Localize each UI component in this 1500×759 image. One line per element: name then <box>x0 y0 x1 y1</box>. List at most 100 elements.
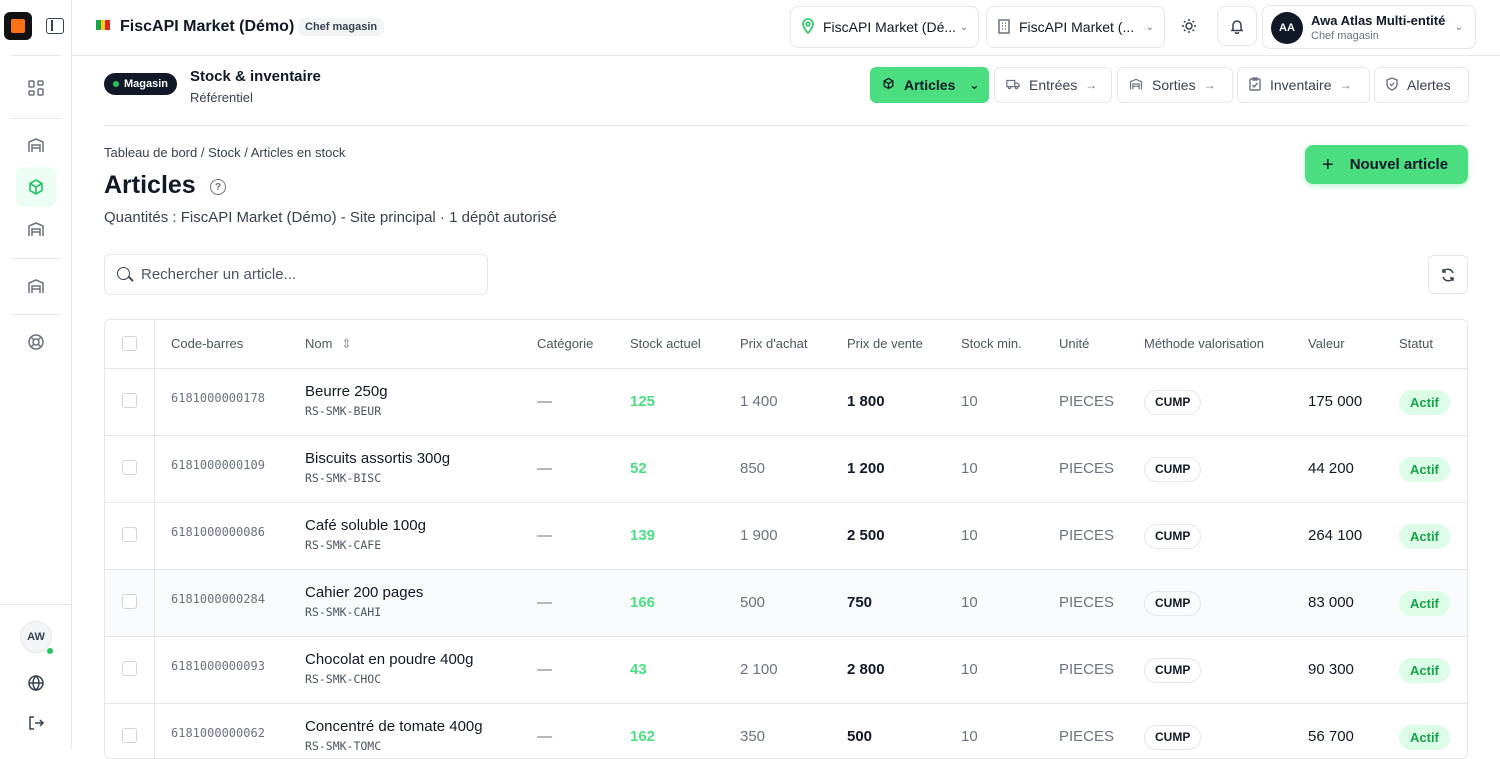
user-name: Awa Atlas Multi-entité <box>1311 13 1446 28</box>
column-header: Stock actuel <box>630 336 701 351</box>
cell-min: 10 <box>961 661 978 678</box>
articles-table: Code-barres Nom ⇕ Catégorie Stock actuel… <box>104 319 1468 759</box>
cell-method: CUMP <box>1144 725 1202 750</box>
avatar: AA <box>1271 12 1303 44</box>
cell-min: 10 <box>961 594 978 611</box>
column-header: Prix d'achat <box>740 336 808 351</box>
table-row[interactable]: 6181000000062 Concentré de tomate 400g RS-… <box>105 704 1467 758</box>
rail-divider <box>12 314 60 315</box>
online-status-dot <box>47 648 53 654</box>
cell-min: 10 <box>961 527 978 544</box>
cell-value: 264 100 <box>1308 527 1363 544</box>
search-icon <box>117 267 130 280</box>
table-row[interactable]: 6181000000109 Biscuits assortis 300g RS-SM… <box>105 436 1467 503</box>
cell-min: 10 <box>961 460 978 477</box>
table-row[interactable]: 6181000000086 Café soluble 100g RS-SMK-CAF… <box>105 503 1467 570</box>
cell-ref: RS-SMK-CAFE <box>305 538 382 552</box>
cell-unit: PIECES <box>1059 728 1115 745</box>
cell-stock: 125 <box>630 393 656 410</box>
cell-stock: 166 <box>630 594 656 611</box>
support-icon[interactable] <box>16 322 56 362</box>
warehouse-icon[interactable] <box>16 266 56 306</box>
new-article-button[interactable]: + Nouvel article <box>1305 145 1468 184</box>
warehouse-icon <box>1129 77 1143 94</box>
help-icon[interactable]: ? <box>210 179 226 195</box>
tab-label: Inventaire <box>1270 77 1332 93</box>
cell-sell: 2 800 <box>847 661 885 678</box>
table-row[interactable]: 6181000000284 Cahier 200 pages RS-SMK-CAHI… <box>105 570 1467 637</box>
cell-ref: RS-SMK-TOMC <box>305 739 382 753</box>
section-header: Magasin Stock & inventaire Référentiel A… <box>72 56 1500 114</box>
clipboard-icon <box>1249 76 1261 94</box>
cell-ref: RS-SMK-CHOC <box>305 672 382 686</box>
tab-inventaire[interactable]: Inventaire → <box>1237 67 1370 103</box>
rail-divider <box>12 118 60 119</box>
theme-toggle-icon[interactable] <box>1169 6 1209 46</box>
role-badge: Chef magasin <box>298 18 385 36</box>
cell-buy: 500 <box>740 594 766 611</box>
divider <box>104 125 1468 126</box>
chevron-down-icon: ⌄ <box>969 78 980 92</box>
column-header: Stock min. <box>961 336 1022 351</box>
tab-alertes[interactable]: Alertes <box>1374 67 1469 103</box>
app-logo[interactable] <box>4 12 32 40</box>
cell-sell: 750 <box>847 594 873 611</box>
chevron-down-icon: ⌄ <box>1145 21 1154 33</box>
tab-entrees[interactable]: Entrées → <box>994 67 1112 103</box>
cell-name: Chocolat en poudre 400g <box>305 651 474 668</box>
cell-barcode: 6181000000086 <box>171 525 265 539</box>
tab-sorties[interactable]: Sorties → <box>1117 67 1233 103</box>
refresh-icon[interactable] <box>1428 255 1468 294</box>
warehouse-icon[interactable] <box>16 209 56 249</box>
cell-stock: 52 <box>630 460 647 477</box>
cell-barcode: 6181000000284 <box>171 592 265 606</box>
bell-icon[interactable] <box>1217 6 1257 46</box>
cell-buy: 850 <box>740 460 766 477</box>
cell-name: Biscuits assortis 300g <box>305 450 451 467</box>
flag-icon <box>96 20 111 30</box>
cell-name: Cahier 200 pages <box>305 584 424 601</box>
sidebar-toggle-icon[interactable] <box>46 18 64 34</box>
column-header: Méthode valorisation <box>1144 336 1264 351</box>
cell-status: Actif <box>1399 725 1450 750</box>
page-title: Articles <box>104 171 196 199</box>
warehouse-icon[interactable] <box>16 125 56 165</box>
cell-category: — <box>537 594 552 611</box>
shield-icon <box>1386 76 1398 94</box>
cell-status: Actif <box>1399 658 1450 683</box>
search-input[interactable] <box>141 255 481 294</box>
building-icon <box>997 18 1011 37</box>
tab-label: Sorties <box>1152 77 1196 93</box>
cell-status: Actif <box>1399 524 1450 549</box>
cell-category: — <box>537 460 552 477</box>
checkbox-column <box>105 320 155 758</box>
user-menu[interactable]: AA Awa Atlas Multi-entité Chef magasin ⌄ <box>1262 5 1476 49</box>
dashboard-icon[interactable] <box>16 68 56 108</box>
column-header[interactable]: Nom <box>305 336 332 351</box>
column-header: Code-barres <box>171 336 244 351</box>
cell-sell: 1 200 <box>847 460 885 477</box>
page-subtitle: Quantités : FiscAPI Market (Démo) - Site… <box>104 209 557 226</box>
table-row[interactable]: 6181000000178 Beurre 250g RS-SMK-BEUR — 125 1… <box>105 369 1467 436</box>
cell-status: Actif <box>1399 591 1450 616</box>
cell-method: CUMP <box>1144 524 1202 549</box>
cell-barcode: 6181000000093 <box>171 659 265 673</box>
tab-articles[interactable]: Articles ⌄ <box>870 67 989 103</box>
cell-value: 175 000 <box>1308 393 1363 410</box>
location-select[interactable]: FiscAPI Market (Dé... ⌄ <box>790 6 979 48</box>
new-article-label: Nouvel article <box>1349 156 1449 173</box>
cell-method: CUMP <box>1144 658 1202 683</box>
globe-icon[interactable] <box>16 663 56 703</box>
plus-icon: + <box>1322 153 1334 176</box>
package-icon[interactable] <box>16 167 56 207</box>
tab-label: Entrées <box>1029 77 1078 93</box>
column-header: Prix de vente <box>847 336 923 351</box>
logout-icon[interactable] <box>16 703 56 743</box>
sort-icon[interactable]: ⇕ <box>341 336 352 352</box>
table-row[interactable]: 6181000000093 Chocolat en poudre 400g RS-S… <box>105 637 1467 704</box>
sidebar-rail: AW <box>0 0 72 749</box>
cell-barcode: 6181000000109 <box>171 458 265 472</box>
cell-min: 10 <box>961 728 978 745</box>
location-select-value: FiscAPI Market (Dé... <box>823 19 957 35</box>
entity-select[interactable]: FiscAPI Market (... ⌄ <box>986 6 1165 48</box>
